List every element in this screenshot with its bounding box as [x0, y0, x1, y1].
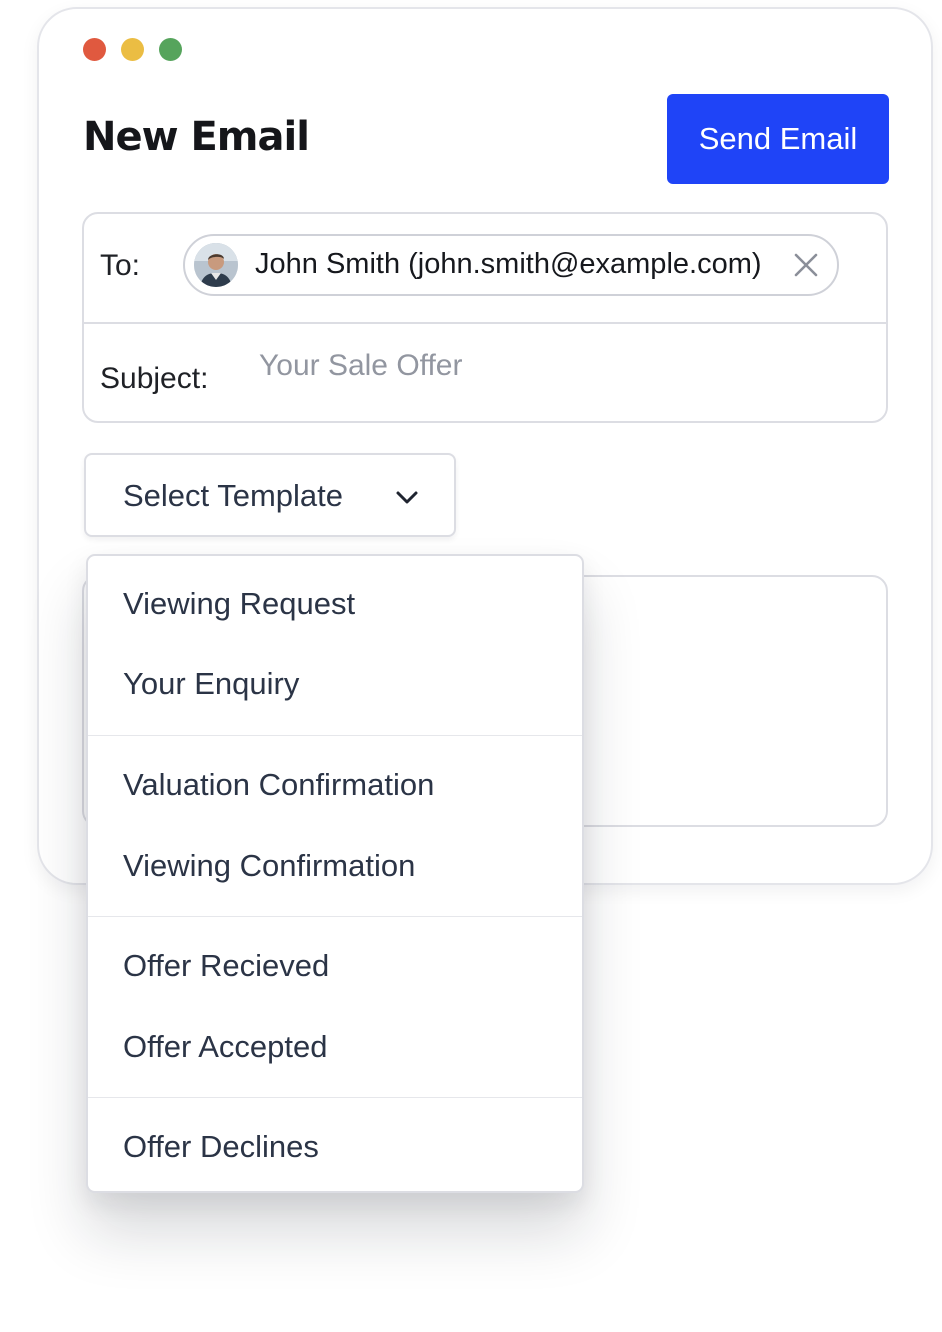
close-icon[interactable]: [791, 250, 821, 280]
menu-divider: [88, 916, 582, 917]
compose-fields: To: John Smith (john.smith@example.com): [82, 212, 888, 423]
subject-label: Subject:: [100, 362, 209, 395]
menu-item-viewing-confirmation[interactable]: Viewing Confirmation: [123, 848, 415, 884]
menu-item-offer-declines[interactable]: Offer Declines: [123, 1129, 319, 1165]
send-email-button[interactable]: Send Email: [667, 94, 889, 184]
select-template-label: Select Template: [123, 478, 343, 513]
page-title: New Email: [83, 114, 310, 160]
menu-item-your-enquiry[interactable]: Your Enquiry: [123, 666, 299, 702]
to-row: To: John Smith (john.smith@example.com): [84, 214, 886, 324]
close-window-dot[interactable]: [83, 38, 106, 61]
recipient-chip[interactable]: John Smith (john.smith@example.com): [183, 234, 839, 296]
subject-input[interactable]: [259, 346, 819, 386]
chevron-down-icon: [395, 485, 419, 509]
window-controls: [83, 38, 182, 61]
menu-item-offer-recieved[interactable]: Offer Recieved: [123, 948, 329, 984]
menu-divider: [88, 735, 582, 736]
menu-item-viewing-request[interactable]: Viewing Request: [123, 586, 355, 622]
template-dropdown-menu: Viewing Request Your Enquiry Valuation C…: [86, 554, 584, 1193]
to-label: To:: [100, 249, 141, 282]
recipient-name: John Smith (john.smith@example.com): [255, 248, 762, 280]
minimize-window-dot[interactable]: [121, 38, 144, 61]
user-avatar-icon: [194, 243, 238, 287]
menu-item-valuation-confirmation[interactable]: Valuation Confirmation: [123, 767, 434, 803]
maximize-window-dot[interactable]: [159, 38, 182, 61]
menu-divider: [88, 1097, 582, 1098]
select-template-button[interactable]: Select Template: [84, 453, 456, 537]
menu-item-offer-accepted[interactable]: Offer Accepted: [123, 1029, 328, 1065]
